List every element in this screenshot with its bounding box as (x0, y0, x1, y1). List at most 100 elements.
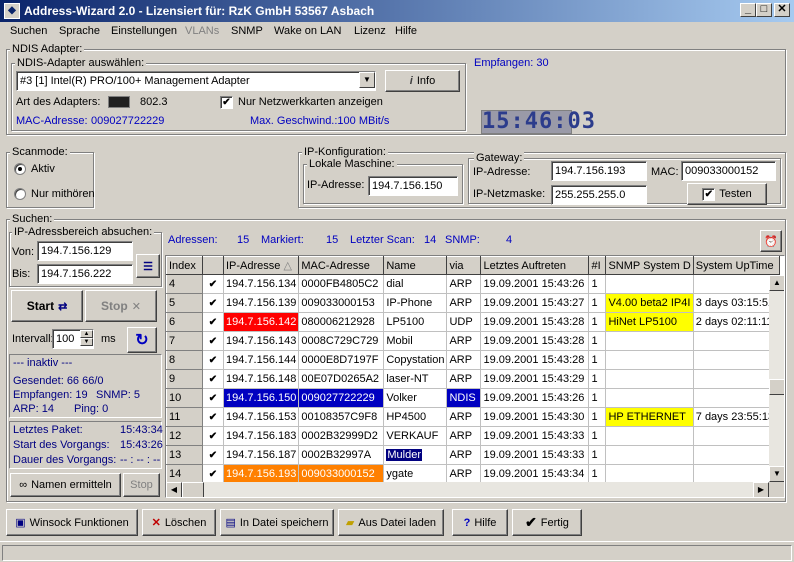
menu-wake-on-lan[interactable]: Wake on LAN (274, 25, 341, 37)
adapter-select[interactable]: #3 [1] Intel(R) PRO/100+ Management Adap… (16, 71, 376, 91)
menu-vlans[interactable]: VLANs (185, 25, 219, 37)
cell-check[interactable]: ✔ (202, 464, 224, 484)
col-snmp-desc[interactable]: SNMP System D (605, 256, 694, 275)
scroll-left-icon[interactable]: ◀ (166, 482, 182, 497)
sent-count: Gesendet: 66 66/0 (13, 375, 104, 387)
close-button[interactable]: ✕ (774, 3, 790, 17)
h-scroll-thumb[interactable] (182, 482, 204, 497)
vertical-scrollbar[interactable]: ▲ ▼ (769, 275, 784, 482)
delete-button[interactable]: ✕ Löschen (142, 509, 216, 536)
netmask-input[interactable]: 255.255.255.0 (551, 185, 647, 205)
interval-input[interactable]: 100 ▲ ▼ (52, 329, 94, 349)
only-network-cards-checkbox[interactable]: ✔ (220, 96, 233, 109)
cell-check[interactable]: ✔ (202, 388, 224, 408)
from-ip-input[interactable]: 194.7.156.129 (37, 241, 133, 261)
col-check[interactable] (202, 256, 224, 275)
to-ip-input[interactable]: 194.7.156.222 (37, 264, 133, 284)
horizontal-scrollbar[interactable]: ◀ ▶ (166, 482, 769, 497)
chevron-down-icon[interactable]: ▼ (359, 72, 375, 88)
mac-value: 009027722229 (91, 115, 165, 127)
table-row[interactable]: 7 ✔ 194.7.156.143 0008C729C729 Mobil ARP 19.09… (166, 331, 781, 351)
table-row[interactable]: 9 ✔ 194.7.156.148 00E07D0265A2 laser-NT ARP 19… (166, 369, 781, 389)
cell-check[interactable]: ✔ (202, 426, 224, 446)
menu-suchen[interactable]: Suchen (10, 25, 47, 37)
table-row[interactable]: 5 ✔ 194.7.156.139 009033000153 IP-Phone ARP 19… (166, 293, 781, 313)
table-row[interactable]: 6 ✔ 194.7.156.142 080006212928 LP5100 UDP 19.0… (166, 312, 781, 332)
table-row[interactable]: 8 ✔ 194.7.156.144 0000E8D7197F Copystation AR… (166, 350, 781, 370)
refresh-icon[interactable]: ↻ (127, 327, 157, 353)
col-count[interactable]: #I (588, 256, 607, 275)
cell-count: 1 (588, 369, 607, 389)
binoculars-icon: ∞ (19, 479, 28, 491)
scroll-down-icon[interactable]: ▼ (769, 466, 784, 482)
col-index[interactable]: Index (166, 256, 203, 275)
radio-active[interactable] (14, 163, 26, 175)
stop-names-button[interactable]: Stop (123, 473, 160, 497)
gateway-ip-input[interactable]: 194.7.156.193 (551, 161, 647, 181)
menu-lizenz[interactable]: Lizenz (354, 25, 386, 37)
start-button[interactable]: Start ⇄ (11, 290, 83, 322)
test-button[interactable]: ✔ Testen (687, 183, 767, 205)
app-icon[interactable]: ◆ (4, 3, 20, 19)
cell-check[interactable]: ✔ (202, 312, 224, 332)
cell-uptime (693, 331, 781, 351)
spin-down-icon[interactable]: ▼ (80, 338, 93, 346)
stop-scan-button[interactable]: Stop ✕ (85, 290, 157, 322)
cell-last-seen: 19.09.2001 15:43:27 (480, 293, 590, 313)
cell-check[interactable]: ✔ (202, 369, 224, 389)
cell-uptime (693, 369, 781, 389)
scroll-thumb[interactable] (769, 379, 784, 395)
menu-snmp[interactable]: SNMP (231, 25, 263, 37)
col-uptime[interactable]: System UpTime (692, 256, 781, 275)
done-button[interactable]: ✔ Fertig (512, 509, 582, 536)
table-row[interactable]: 10 ✔ 194.7.156.150 009027722229 Volker NDIS 19… (166, 388, 781, 408)
table-row[interactable]: 14 ✔ 194.7.156.193 009033000152 ygate ARP 19.0… (166, 464, 781, 484)
radio-listen-only[interactable] (14, 188, 26, 200)
save-file-button[interactable]: ▤ In Datei speichern (220, 509, 334, 536)
cell-check[interactable]: ✔ (202, 274, 224, 294)
info-button[interactable]: i Info (385, 70, 460, 92)
gateway-ip-label: IP-Adresse: (473, 166, 531, 178)
menu-hilfe[interactable]: Hilfe (395, 25, 417, 37)
local-ip-input[interactable]: 194.7.156.150 (368, 176, 458, 196)
load-file-button[interactable]: ▰ Aus Datei laden (338, 509, 444, 536)
cell-check[interactable]: ✔ (202, 407, 224, 427)
gateway-mac-input[interactable]: 009033000152 (681, 161, 776, 181)
adapter-select-value: #3 [1] Intel(R) PRO/100+ Management Adap… (20, 75, 250, 87)
cell-check[interactable]: ✔ (202, 293, 224, 313)
cell-ip: 194.7.156.183 (223, 426, 300, 446)
minimize-button[interactable]: _ (740, 3, 756, 17)
col-name[interactable]: Name (383, 256, 448, 275)
col-ip[interactable]: IP-Adresse △ (222, 256, 300, 275)
list-icon[interactable]: ☰ (136, 254, 160, 278)
col-mac[interactable]: MAC-Adresse (298, 256, 385, 275)
help-button[interactable]: ? Hilfe (452, 509, 508, 536)
cell-check[interactable]: ✔ (202, 331, 224, 351)
scroll-right-icon[interactable]: ▶ (753, 482, 769, 497)
cell-check[interactable]: ✔ (202, 350, 224, 370)
table-row[interactable]: 12 ✔ 194.7.156.183 0002B32999D2 VERKAUF ARP 19… (166, 426, 781, 446)
cell-snmp-desc (605, 331, 694, 351)
help-icon: ? (463, 516, 471, 529)
table-row[interactable]: 13 ✔ 194.7.156.187 0002B32997A Mulder ARP 19.0… (166, 445, 781, 465)
selected-name[interactable]: Mulder (386, 449, 422, 461)
table-row[interactable]: 4 ✔ 194.7.156.134 0000FB4805C2 dial ARP 19.09.… (166, 274, 781, 294)
cell-snmp-desc: HiNet LP5100 (605, 312, 694, 332)
col-via[interactable]: via (446, 256, 482, 275)
maximize-button[interactable]: □ (756, 3, 772, 17)
table-row[interactable]: 11 ✔ 194.7.156.153 00108357C9F8 HP4500 ARP 19.… (166, 407, 781, 427)
cell-check[interactable]: ✔ (202, 445, 224, 465)
resolve-names-button[interactable]: ∞ Namen ermitteln (10, 473, 121, 497)
cell-via: NDIS (446, 388, 482, 408)
scroll-up-icon[interactable]: ▲ (769, 275, 784, 291)
spin-up-icon[interactable]: ▲ (80, 330, 93, 338)
computer-icon: ▣ (15, 517, 26, 529)
winsock-button[interactable]: ▣ Winsock Funktionen (6, 509, 138, 536)
cell-last-seen: 19.09.2001 15:43:28 (480, 350, 590, 370)
menu-einstellungen[interactable]: Einstellungen (111, 25, 177, 37)
col-last-seen[interactable]: Letztes Auftreten (480, 256, 590, 275)
cell-mac: 0000FB4805C2 (298, 274, 385, 294)
cell-uptime: 2 days 02:11:11. (693, 312, 781, 332)
menu-sprache[interactable]: Sprache (59, 25, 100, 37)
alarm-clock-icon[interactable]: ⏰ (760, 230, 782, 252)
